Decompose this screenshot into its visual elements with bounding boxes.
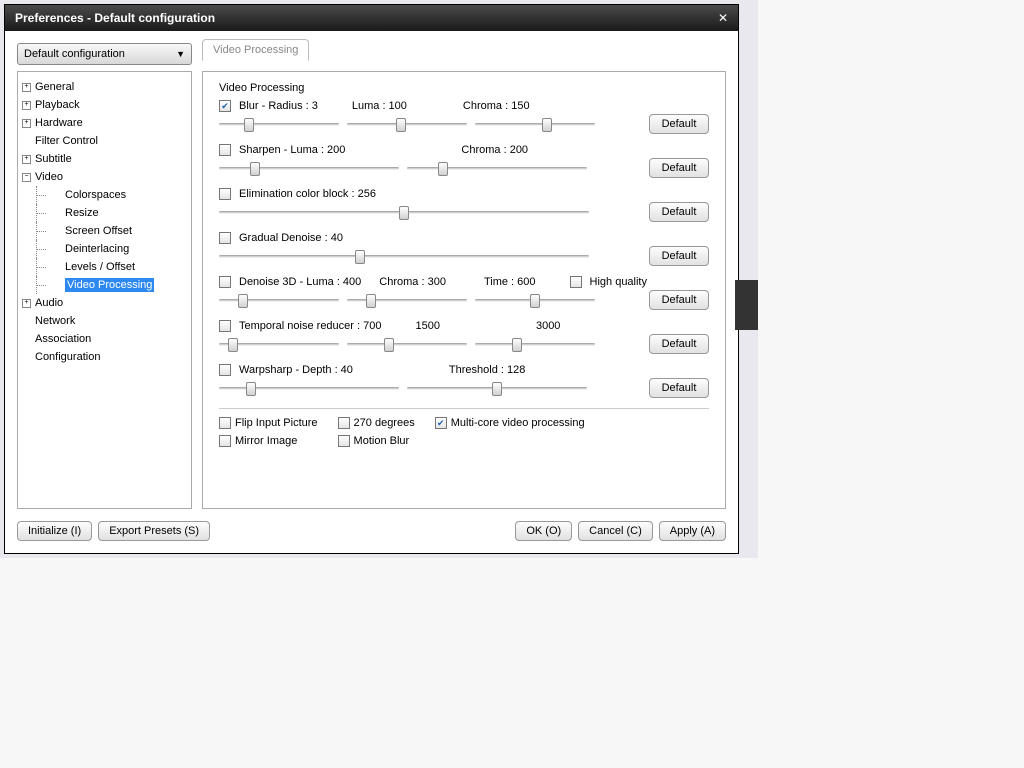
expand-icon[interactable] xyxy=(22,101,31,110)
d3d-chroma-slider[interactable] xyxy=(347,292,467,308)
tree-item-colorspaces[interactable]: Colorspaces xyxy=(22,186,187,204)
warp-label: Warpsharp - Depth : 40 xyxy=(239,364,353,376)
tree-item-screen-offset[interactable]: Screen Offset xyxy=(22,222,187,240)
tnr-label: Temporal noise reducer : 700 xyxy=(239,320,381,332)
tnr-slider-3[interactable] xyxy=(475,336,595,352)
tree-item-general[interactable]: General xyxy=(22,78,187,96)
export-presets-button[interactable]: Export Presets (S) xyxy=(98,521,210,541)
blur-default-button[interactable]: Default xyxy=(649,114,709,134)
collapse-icon[interactable] xyxy=(22,173,31,182)
blur-chroma-label: Chroma : 150 xyxy=(463,100,530,112)
tree-item-association[interactable]: Association xyxy=(22,330,187,348)
d3d-time-label: Time : 600 xyxy=(484,276,536,288)
mcore-label: Multi-core video processing xyxy=(451,417,585,429)
tnr-checkbox[interactable] xyxy=(219,320,231,332)
window-title: Preferences - Default configuration xyxy=(15,11,215,25)
apply-button[interactable]: Apply (A) xyxy=(659,521,726,541)
tree-item-hardware[interactable]: Hardware xyxy=(22,114,187,132)
grad-slider[interactable] xyxy=(219,248,589,264)
tree-item-resize[interactable]: Resize xyxy=(22,204,187,222)
tree-item-video[interactable]: Video xyxy=(22,168,187,186)
tree-item-video-processing[interactable]: Video Processing xyxy=(22,276,187,294)
tree-item-subtitle[interactable]: Subtitle xyxy=(22,150,187,168)
tree-item-levels-offset[interactable]: Levels / Offset xyxy=(22,258,187,276)
sharpen-default-button[interactable]: Default xyxy=(649,158,709,178)
elim-checkbox[interactable] xyxy=(219,188,231,200)
expand-icon[interactable] xyxy=(22,155,31,164)
tree-panel: GeneralPlaybackHardwareFilter ControlSub… xyxy=(17,71,192,509)
mirror-checkbox[interactable] xyxy=(219,435,231,447)
close-icon[interactable]: ✕ xyxy=(718,11,728,25)
section-title: Video Processing xyxy=(219,82,709,94)
flip-label: Flip Input Picture xyxy=(235,417,318,429)
d3d-label: Denoise 3D - Luma : 400 xyxy=(239,276,361,288)
blur-luma-label: Luma : 100 xyxy=(352,100,407,112)
titlebar: Preferences - Default configuration ✕ xyxy=(5,5,738,31)
tree-item-deinterlacing[interactable]: Deinterlacing xyxy=(22,240,187,258)
mcore-checkbox[interactable]: ✔ xyxy=(435,417,447,429)
expand-icon[interactable] xyxy=(22,119,31,128)
warp-thr-slider[interactable] xyxy=(407,380,587,396)
d3d-luma-slider[interactable] xyxy=(219,292,339,308)
warp-default-button[interactable]: Default xyxy=(649,378,709,398)
deg-checkbox[interactable] xyxy=(338,417,350,429)
warp-depth-slider[interactable] xyxy=(219,380,399,396)
sharpen-chroma-slider[interactable] xyxy=(407,160,587,176)
blur-luma-slider[interactable] xyxy=(347,116,467,132)
sharpen-luma-slider[interactable] xyxy=(219,160,399,176)
d3d-checkbox[interactable] xyxy=(219,276,231,288)
mblur-label: Motion Blur xyxy=(354,435,410,447)
expand-icon[interactable] xyxy=(22,83,31,92)
expand-icon[interactable] xyxy=(22,299,31,308)
tree-item-network[interactable]: Network xyxy=(22,312,187,330)
grad-checkbox[interactable] xyxy=(219,232,231,244)
sharpen-checkbox[interactable] xyxy=(219,144,231,156)
tree-item-configuration[interactable]: Configuration xyxy=(22,348,187,366)
tnr-slider-1[interactable] xyxy=(219,336,339,352)
cancel-button[interactable]: Cancel (C) xyxy=(578,521,653,541)
tree-item-playback[interactable]: Playback xyxy=(22,96,187,114)
flip-checkbox[interactable] xyxy=(219,417,231,429)
mirror-label: Mirror Image xyxy=(235,435,297,447)
desktop-shadow xyxy=(735,280,758,330)
tnr-v3: 3000 xyxy=(536,320,560,332)
sharpen-label: Sharpen - Luma : 200 xyxy=(239,144,345,156)
preferences-window: Preferences - Default configuration ✕ De… xyxy=(4,4,739,554)
d3d-chroma-label: Chroma : 300 xyxy=(379,276,446,288)
blur-checkbox[interactable]: ✔ xyxy=(219,100,231,112)
d3d-default-button[interactable]: Default xyxy=(649,290,709,310)
grad-default-button[interactable]: Default xyxy=(649,246,709,266)
blur-radius-slider[interactable] xyxy=(219,116,339,132)
deg-label: 270 degrees xyxy=(354,417,415,429)
elim-slider[interactable] xyxy=(219,204,589,220)
tnr-v2: 1500 xyxy=(415,320,439,332)
tnr-slider-2[interactable] xyxy=(347,336,467,352)
elim-default-button[interactable]: Default xyxy=(649,202,709,222)
blur-label: Blur - Radius : 3 xyxy=(239,100,318,112)
grad-label: Gradual Denoise : 40 xyxy=(239,232,343,244)
warp-thr-label: Threshold : 128 xyxy=(449,364,525,376)
tree-item-audio[interactable]: Audio xyxy=(22,294,187,312)
divider xyxy=(219,408,709,409)
initialize-button[interactable]: Initialize (I) xyxy=(17,521,92,541)
tab-video-processing[interactable]: Video Processing xyxy=(202,39,309,61)
chevron-down-icon: ▼ xyxy=(176,49,185,59)
ok-button[interactable]: OK (O) xyxy=(515,521,572,541)
settings-panel: Video Processing ✔ Blur - Radius : 3 Lum… xyxy=(202,71,726,509)
config-select-value: Default configuration xyxy=(24,48,125,60)
d3d-time-slider[interactable] xyxy=(475,292,595,308)
d3d-hq-label: High quality xyxy=(590,276,647,288)
blur-chroma-slider[interactable] xyxy=(475,116,595,132)
sharpen-chroma-label: Chroma : 200 xyxy=(461,144,528,156)
config-select[interactable]: Default configuration ▼ xyxy=(17,43,192,65)
tree-item-filter-control[interactable]: Filter Control xyxy=(22,132,187,150)
d3d-hq-checkbox[interactable] xyxy=(570,276,582,288)
elim-label: Elimination color block : 256 xyxy=(239,188,376,200)
warp-checkbox[interactable] xyxy=(219,364,231,376)
mblur-checkbox[interactable] xyxy=(338,435,350,447)
tnr-default-button[interactable]: Default xyxy=(649,334,709,354)
